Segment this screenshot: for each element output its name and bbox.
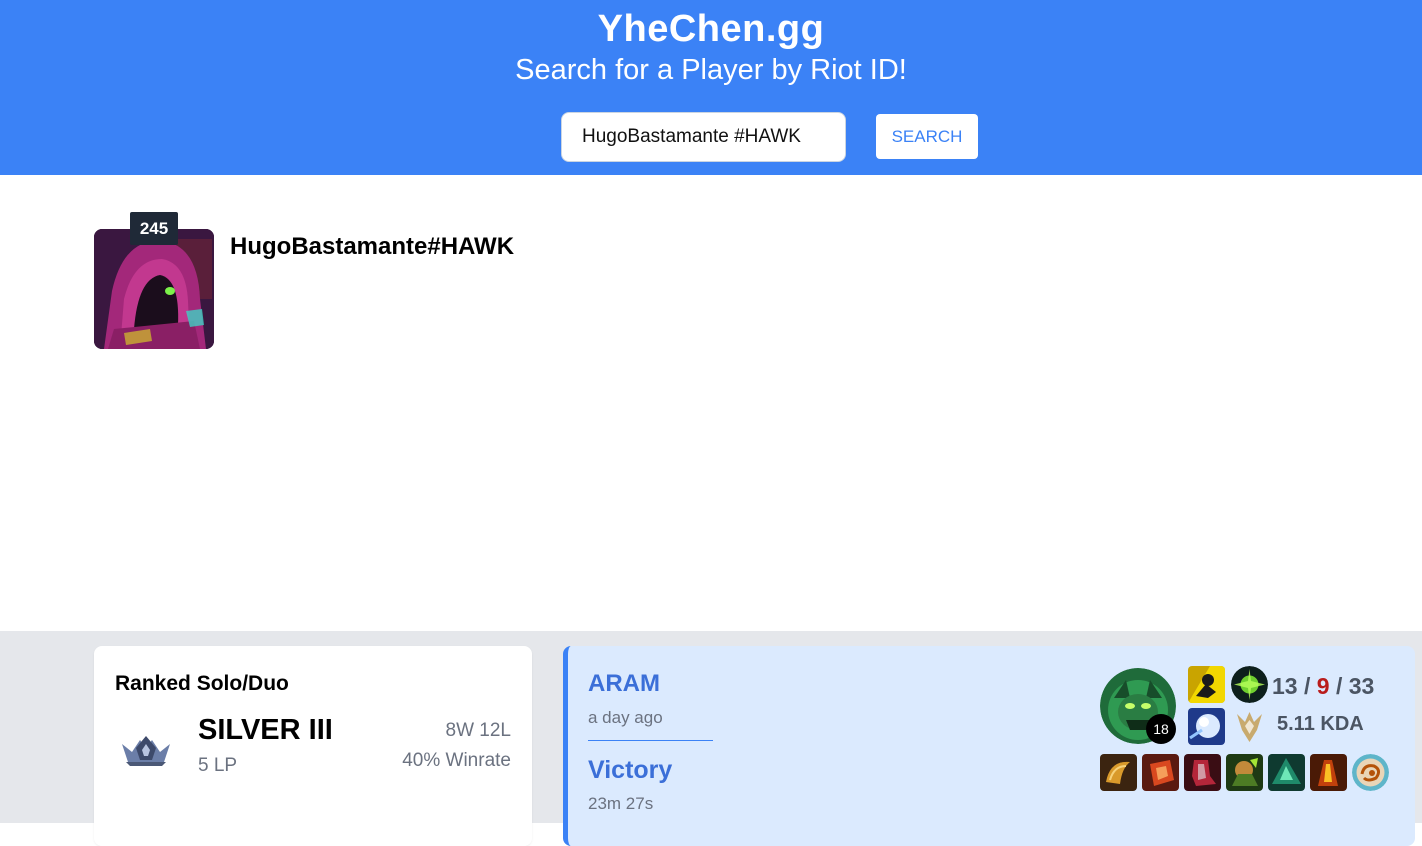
champion-level-badge: 18 <box>1146 714 1176 744</box>
riot-id-search-input[interactable] <box>561 112 846 162</box>
kda-score: 13 / 9 / 33 <box>1272 673 1375 699</box>
match-divider <box>588 740 713 741</box>
rank-tier: SILVER III <box>198 714 333 746</box>
trinket-icon[interactable] <box>1352 754 1389 791</box>
hooded-figure-profile-icon <box>94 229 214 349</box>
kills: 13 <box>1272 673 1298 699</box>
item-3-icon[interactable] <box>1184 754 1221 791</box>
item-6-icon[interactable] <box>1310 754 1347 791</box>
rank-lp: 5 LP <box>198 755 238 776</box>
profile-avatar <box>94 229 214 349</box>
silver-rank-emblem-icon <box>118 722 174 772</box>
ranked-queue-title: Ranked Solo/Duo <box>115 672 289 695</box>
item-1-icon[interactable] <box>1100 754 1137 791</box>
site-header: YheChen.gg Search for a Player by Riot I… <box>0 0 1422 175</box>
match-time-ago: a day ago <box>588 708 663 727</box>
item-2-icon[interactable] <box>1142 754 1179 791</box>
winrate: 40% Winrate <box>402 750 511 771</box>
match-history-card[interactable]: ARAM a day ago Victory 23m 27s 18 13 / 9… <box>563 646 1415 846</box>
item-4-icon[interactable] <box>1226 754 1263 791</box>
summoner-level-badge: 245 <box>130 212 178 245</box>
search-button[interactable]: SEARCH <box>876 114 978 159</box>
match-game-mode: ARAM <box>588 670 660 697</box>
match-result: Victory <box>588 756 673 784</box>
flash-spell-icon[interactable] <box>1188 666 1225 703</box>
site-title[interactable]: YheChen.gg <box>0 8 1422 51</box>
primary-rune-icon[interactable] <box>1231 666 1268 703</box>
deaths: 9 <box>1316 673 1330 699</box>
kda-ratio: 5.11 KDA <box>1277 713 1364 735</box>
secondary-rune-tree-icon[interactable] <box>1231 708 1268 745</box>
mark-snowball-spell-icon[interactable] <box>1188 708 1225 745</box>
site-subtitle: Search for a Player by Riot ID! <box>515 54 907 86</box>
match-duration: 23m 27s <box>588 794 654 813</box>
player-name: HugoBastamante#HAWK <box>230 233 515 260</box>
wins-losses: 8W 12L <box>445 720 511 741</box>
ranked-solo-duo-card: Ranked Solo/Duo SILVER III 5 LP 8W 12L 4… <box>94 646 532 846</box>
item-5-icon[interactable] <box>1268 754 1305 791</box>
assists: 33 <box>1348 673 1375 699</box>
